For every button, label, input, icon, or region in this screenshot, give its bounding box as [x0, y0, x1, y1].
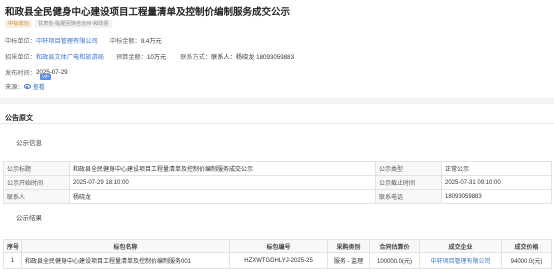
info-heading: 公示信息: [16, 140, 42, 147]
package-name: 和政县全民健身中心建设项目工程量清单及控制价编制服务001: [21, 252, 230, 269]
table-row: 1 和政县全民健身中心建设项目工程量清单及控制价编制服务001 HZXWTGDH…: [3, 252, 552, 269]
column-header: 标包名称: [21, 239, 230, 253]
date-row: 发布时间： 2025-07-29: [5, 68, 68, 77]
info-table: 公示标题 和政县全民健身中心建设项目工程量清单及控制价编制服务成交公示 公示类型…: [3, 161, 552, 204]
section-title: 公告原文: [5, 115, 33, 122]
budget-value: 10万元: [146, 54, 167, 61]
contact-value: 联系人：杨晓龙 18093059883: [211, 54, 295, 61]
column-header: 成交价格: [501, 239, 552, 253]
info-key: 联系人: [3, 189, 70, 204]
winner-label: 中标单位：: [5, 38, 36, 45]
region-tag: 甘肃省-临夏回族自治州-和政县: [34, 20, 112, 28]
section-divider: [0, 98, 554, 104]
amount-value: 9.4万元: [140, 38, 162, 45]
winner-link[interactable]: 中轩项目管理有限公司: [36, 36, 98, 45]
info-key: 公示截止时间: [375, 175, 442, 190]
project-summary-panel: 和政县全民健身中心建设项目工程量清单及控制价编制服务成交公示 中标成功 甘肃省-…: [0, 0, 554, 110]
info-key: 公示开始时间: [3, 175, 70, 190]
info-value: 2025-07-31 09:10:00: [441, 175, 552, 190]
info-value: 正常公示: [441, 161, 552, 176]
result-table: 序号 标包名称 标包编号 采购类别 合同估算价 成交企业 成交价格 1 和政县全…: [3, 239, 552, 269]
table-header-row: 序号 标包名称 标包编号 采购类别 合同估算价 成交企业 成交价格: [3, 239, 552, 253]
info-key: 公示标题: [3, 161, 70, 176]
info-value: 2025-07-29 18:10:00: [69, 175, 376, 190]
source-row: 来源： 查看: [5, 82, 45, 91]
column-header: 成交企业: [419, 239, 502, 253]
column-header: 序号: [3, 239, 22, 253]
info-value: 杨晓龙: [69, 189, 376, 204]
tag-list: 中标成功 甘肃省-临夏回族自治州-和政县: [5, 20, 112, 28]
vip-badge: VIP: [40, 74, 51, 80]
budget-label: 预算金额：: [116, 54, 147, 61]
amount-label: 中标金额：: [109, 38, 141, 45]
contact-label: 联系方式：: [180, 54, 212, 61]
info-key: 联系电话: [375, 189, 442, 204]
winner-company-link[interactable]: 中轩项目管理有限公司: [419, 252, 502, 269]
result-heading: 公示结果: [16, 215, 42, 222]
source-view-link[interactable]: 查看: [33, 82, 45, 91]
table-row: 联系人 杨晓龙 联系电话 18093059883: [3, 189, 552, 204]
page-title: 和政县全民健身中心建设项目工程量清单及控制价编制服务成交公示: [5, 7, 291, 18]
column-header: 合同估算价: [369, 239, 420, 253]
deal-price: 94000.0(元): [501, 252, 552, 269]
column-header: 采购类别: [327, 239, 370, 253]
table-row: 公示标题 和政县全民健身中心建设项目工程量清单及控制价编制服务成交公示 公示类型…: [3, 161, 552, 176]
table-row: 公示开始时间 2025-07-29 18:10:00 公示截止时间 2025-0…: [3, 175, 552, 190]
estimated-price: 100000.0(元): [369, 252, 420, 269]
winner-row: 中标单位： 中轩项目管理有限公司 中标金额： 9.4万元: [5, 36, 162, 45]
info-value: 18093059883: [441, 189, 552, 204]
eye-icon: [23, 84, 31, 89]
info-value: 和政县全民健身中心建设项目工程量清单及控制价编制服务成交公示: [69, 161, 376, 176]
column-header: 标包编号: [229, 239, 328, 253]
tender-link[interactable]: 和政县文体广电和旅游局: [36, 52, 104, 61]
date-label: 发布时间：: [5, 70, 36, 77]
info-key: 公示类型: [375, 161, 442, 176]
tender-row: 招采单位： 和政县文体广电和旅游局 预算金额： 10万元 联系方式： 联系人：杨…: [5, 52, 294, 61]
source-label: 来源：: [5, 84, 24, 91]
row-index: 1: [3, 252, 22, 269]
status-badge: 中标成功: [5, 20, 32, 28]
package-code: HZXWTGDHLYJ-2025-25: [229, 252, 328, 269]
tender-label: 招采单位：: [5, 54, 36, 61]
purchase-category: 服务 - 监理: [327, 252, 370, 269]
section-underline: [0, 123, 554, 124]
